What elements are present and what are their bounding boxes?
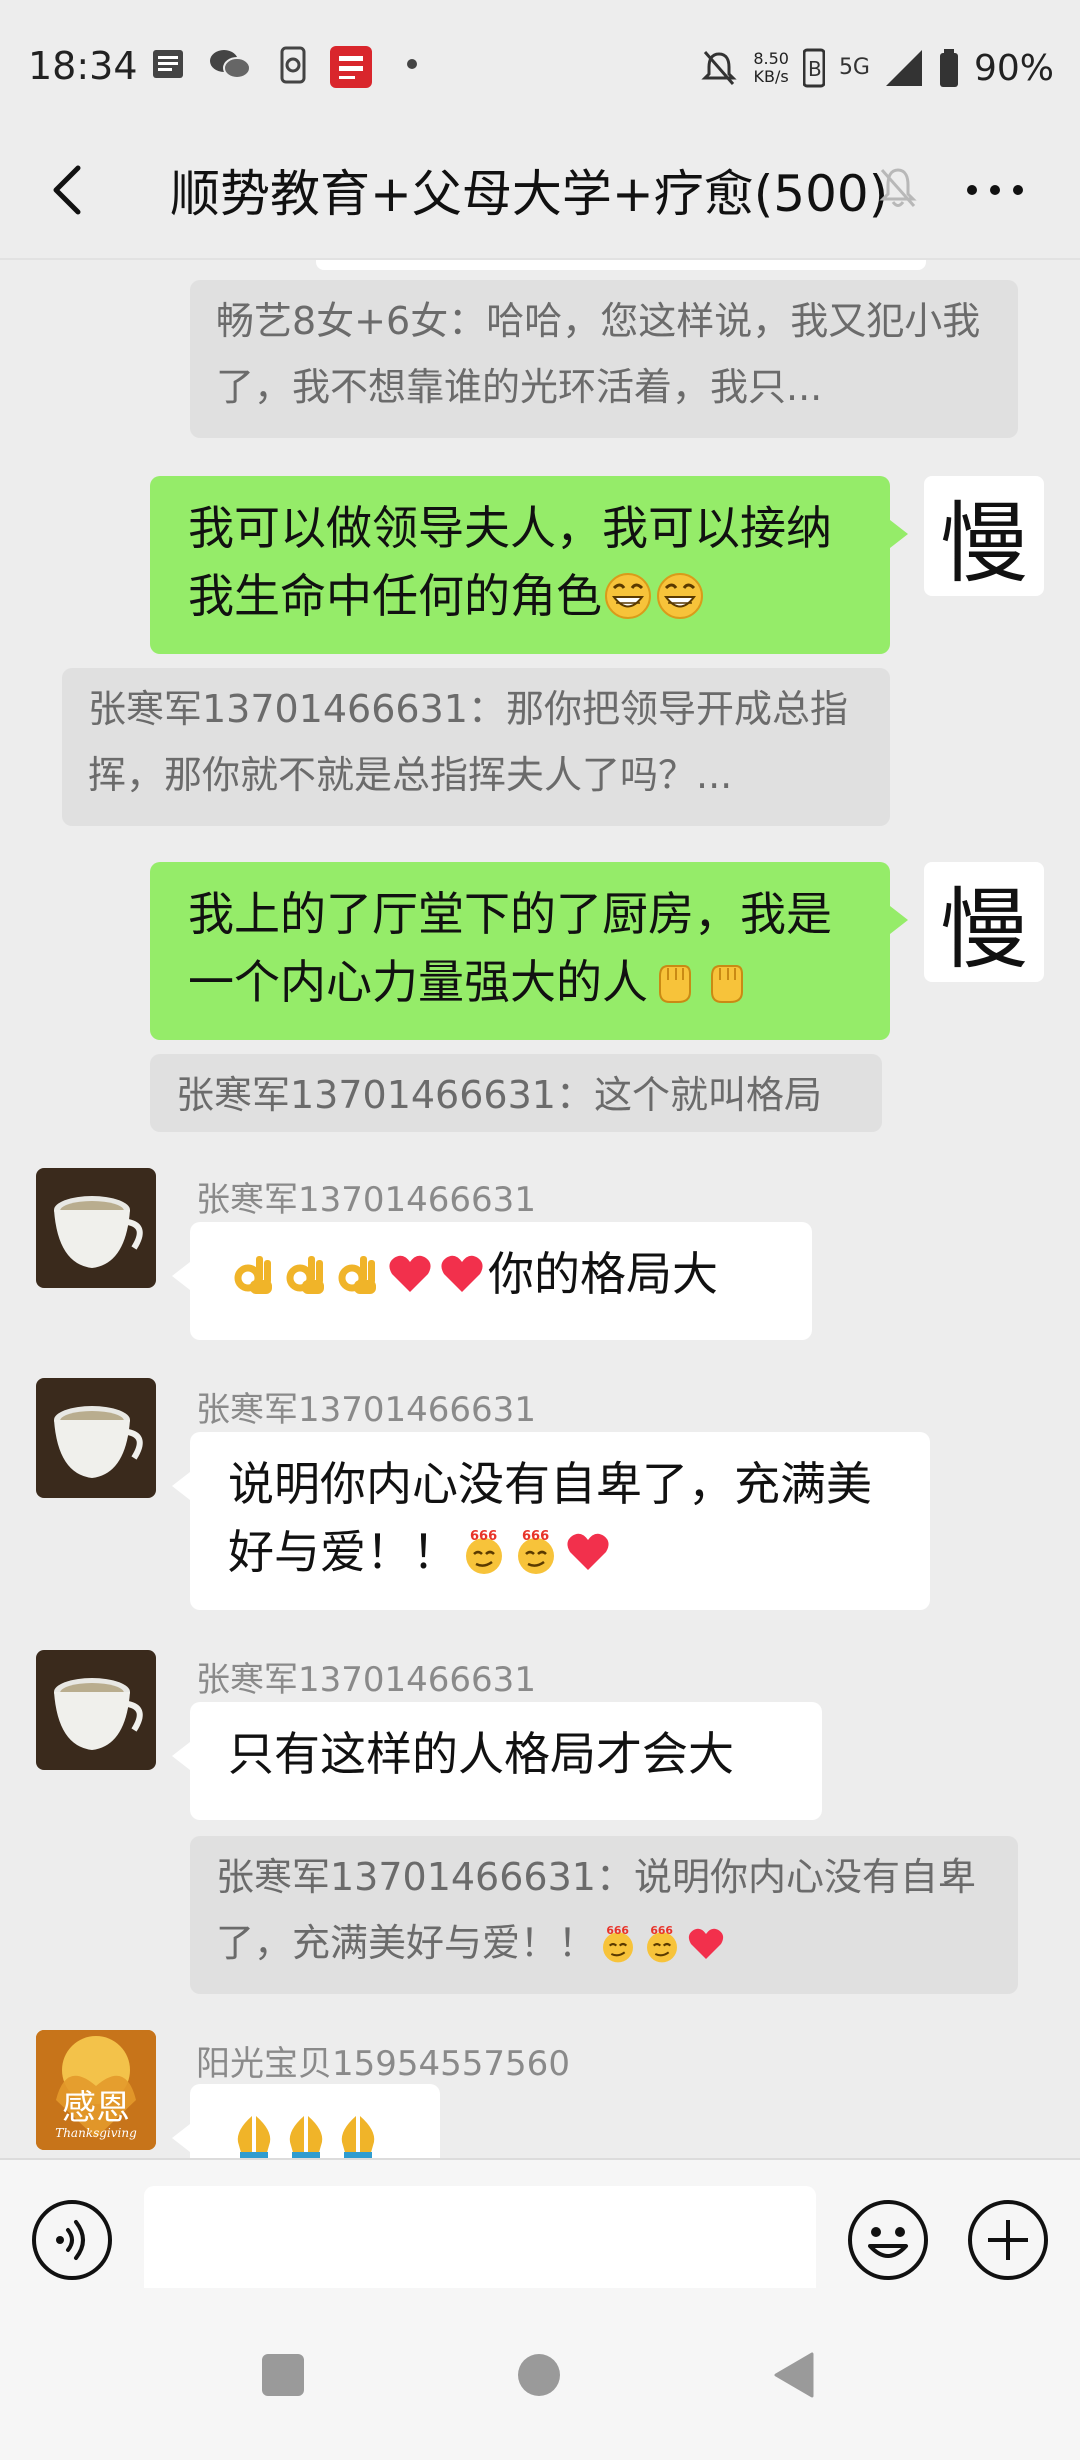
heart-emoji-icon: [567, 1533, 609, 1570]
quoted-message[interactable]: 张寒军13701466631：这个就叫格局: [150, 1054, 882, 1132]
self-avatar[interactable]: 慢: [924, 476, 1044, 596]
app-notification-icon: [330, 46, 372, 88]
folded-hands-emoji-icon: [289, 2116, 323, 2158]
quoted-text: 张寒军13701466631：那你把领导开成总指挥，那你就不就是总指挥夫人了吗？…: [88, 687, 848, 797]
signal-type-label: 5G: [838, 55, 870, 80]
back-triangle-icon[interactable]: [770, 2350, 820, 2400]
more-notifications-dot-icon: [407, 59, 417, 69]
battery-icon: [939, 49, 958, 87]
contact-message-bubble[interactable]: 说明你内心没有自卑了，充满美好与爱！！ 666 666: [172, 1432, 930, 1610]
avatar-subcaption: Thanksgiving: [55, 2126, 137, 2140]
message-text: 我可以做领导夫人，我可以接纳我生命中任何的角色: [188, 501, 832, 623]
self-avatar-char: 慢: [939, 491, 1028, 595]
contact-avatar-cup[interactable]: [36, 1378, 156, 1498]
message-text: 只有这样的人格局才会大: [228, 1727, 734, 1781]
back-arrow-icon[interactable]: [40, 160, 100, 220]
message-notification-icon: [153, 50, 183, 78]
chat-title: 顺势教育+父母大学+疗愈(500): [170, 165, 889, 223]
network-speed: 8.50 KB/s: [753, 50, 789, 86]
muted-bell-icon: [879, 168, 917, 207]
chat-title-bar: 顺势教育+父母大学+疗愈(500): [0, 130, 1080, 258]
666-emoji-icon: 666: [466, 1529, 502, 1574]
grin-emoji-icon: [605, 573, 651, 619]
contact-message-bubble[interactable]: [172, 2084, 440, 2158]
network-speed-value: 8.50: [753, 49, 789, 68]
self-message-bubble[interactable]: 我可以做领导夫人，我可以接纳我生命中任何的角色: [150, 476, 908, 654]
previous-message-bubble[interactable]: [316, 260, 926, 270]
heart-emoji-icon: [441, 1255, 483, 1292]
svg-text:666: 666: [522, 1529, 549, 1544]
heart-emoji-icon: [688, 1928, 724, 1959]
contact-message-bubble[interactable]: 你的格局大: [172, 1222, 812, 1340]
more-options-icon[interactable]: [960, 160, 1030, 220]
emoji-picker-icon[interactable]: [846, 2198, 930, 2282]
voice-input-icon[interactable]: [30, 2198, 114, 2282]
avatar-caption: 感恩: [62, 2088, 130, 2128]
sender-name: 张寒军13701466631: [196, 1660, 536, 1700]
svg-text:666: 666: [470, 1529, 497, 1544]
network-speed-unit: KB/s: [753, 67, 789, 86]
quoted-text: 畅艺8女+6女：哈哈，您这样说，我又犯小我了，我不想靠谁的光环活着，我只...: [216, 299, 981, 409]
message-input-bar: [0, 2158, 1080, 2304]
more-functions-plus-icon[interactable]: [966, 2198, 1050, 2282]
status-time: 18:34: [28, 44, 138, 88]
status-bar: 18:34 8.50 KB/s B 5G 90%: [0, 0, 1080, 130]
raised-fist-emoji-icon: [711, 965, 743, 1003]
raised-fist-emoji-icon: [659, 965, 691, 1003]
quoted-text: 张寒军13701466631：说明你内心没有自卑了，充满美好与爱！！: [216, 1855, 976, 1965]
svg-text:666: 666: [650, 1924, 673, 1937]
b-badge-icon: B: [802, 48, 825, 88]
folded-hands-emoji-icon: [237, 2116, 271, 2158]
sender-name: 阳光宝贝15954557560: [196, 2044, 570, 2084]
666-emoji-icon: 666: [603, 1924, 634, 1963]
sender-name: 张寒军13701466631: [196, 1390, 536, 1430]
mute-bell-icon: [701, 51, 737, 85]
heart-emoji-icon: [389, 1255, 431, 1292]
chat-message-list[interactable]: 畅艺8女+6女：哈哈，您这样说，我又犯小我了，我不想靠谁的光环活着，我只... …: [0, 260, 1080, 2158]
quoted-text: 张寒军13701466631：这个就叫格局: [176, 1073, 822, 1117]
recent-apps-square-icon[interactable]: [258, 2350, 308, 2400]
wechat-notification-icon: [210, 50, 251, 79]
contact-avatar-cup[interactable]: [36, 1650, 156, 1770]
home-circle-icon[interactable]: [514, 2350, 564, 2400]
svg-text:B: B: [808, 57, 822, 81]
ok-hand-emoji-icon: [286, 1256, 324, 1294]
signal-strength-icon: [885, 50, 922, 86]
grin-emoji-icon: [657, 573, 703, 619]
svg-text:666: 666: [606, 1924, 629, 1937]
contact-message-bubble[interactable]: 只有这样的人格局才会大: [172, 1702, 822, 1820]
status-right-group: 8.50 KB/s B 5G 90%: [699, 40, 1054, 96]
sender-name: 张寒军13701466631: [196, 1180, 536, 1220]
message-text: 你的格局大: [488, 1247, 718, 1301]
666-emoji-icon: 666: [518, 1529, 554, 1574]
quoted-message[interactable]: 张寒军13701466631：说明你内心没有自卑了，充满美好与爱！！ 666 666: [190, 1836, 1018, 1994]
phone-sync-icon: [280, 46, 306, 84]
ok-hand-emoji-icon: [338, 1256, 376, 1294]
quoted-message[interactable]: 畅艺8女+6女：哈哈，您这样说，我又犯小我了，我不想靠谁的光环活着，我只...: [190, 280, 1018, 438]
contact-avatar-thanksgiving[interactable]: 感恩 Thanksgiving: [36, 2030, 156, 2150]
self-avatar-char: 慢: [939, 877, 1028, 981]
contact-avatar-cup[interactable]: [36, 1168, 156, 1288]
system-navigation-bar: [0, 2288, 1080, 2460]
self-avatar[interactable]: 慢: [924, 862, 1044, 982]
folded-hands-emoji-icon: [341, 2116, 375, 2158]
ok-hand-emoji-icon: [234, 1256, 272, 1294]
message-text-input[interactable]: [144, 2186, 816, 2304]
self-message-bubble[interactable]: 我上的了厅堂下的了厨房，我是一个内心力量强大的人: [150, 862, 908, 1040]
battery-percent: 90%: [973, 47, 1054, 89]
666-emoji-icon: 666: [647, 1924, 678, 1963]
quoted-message[interactable]: 张寒军13701466631：那你把领导开成总指挥，那你就不就是总指挥夫人了吗？…: [62, 668, 890, 826]
